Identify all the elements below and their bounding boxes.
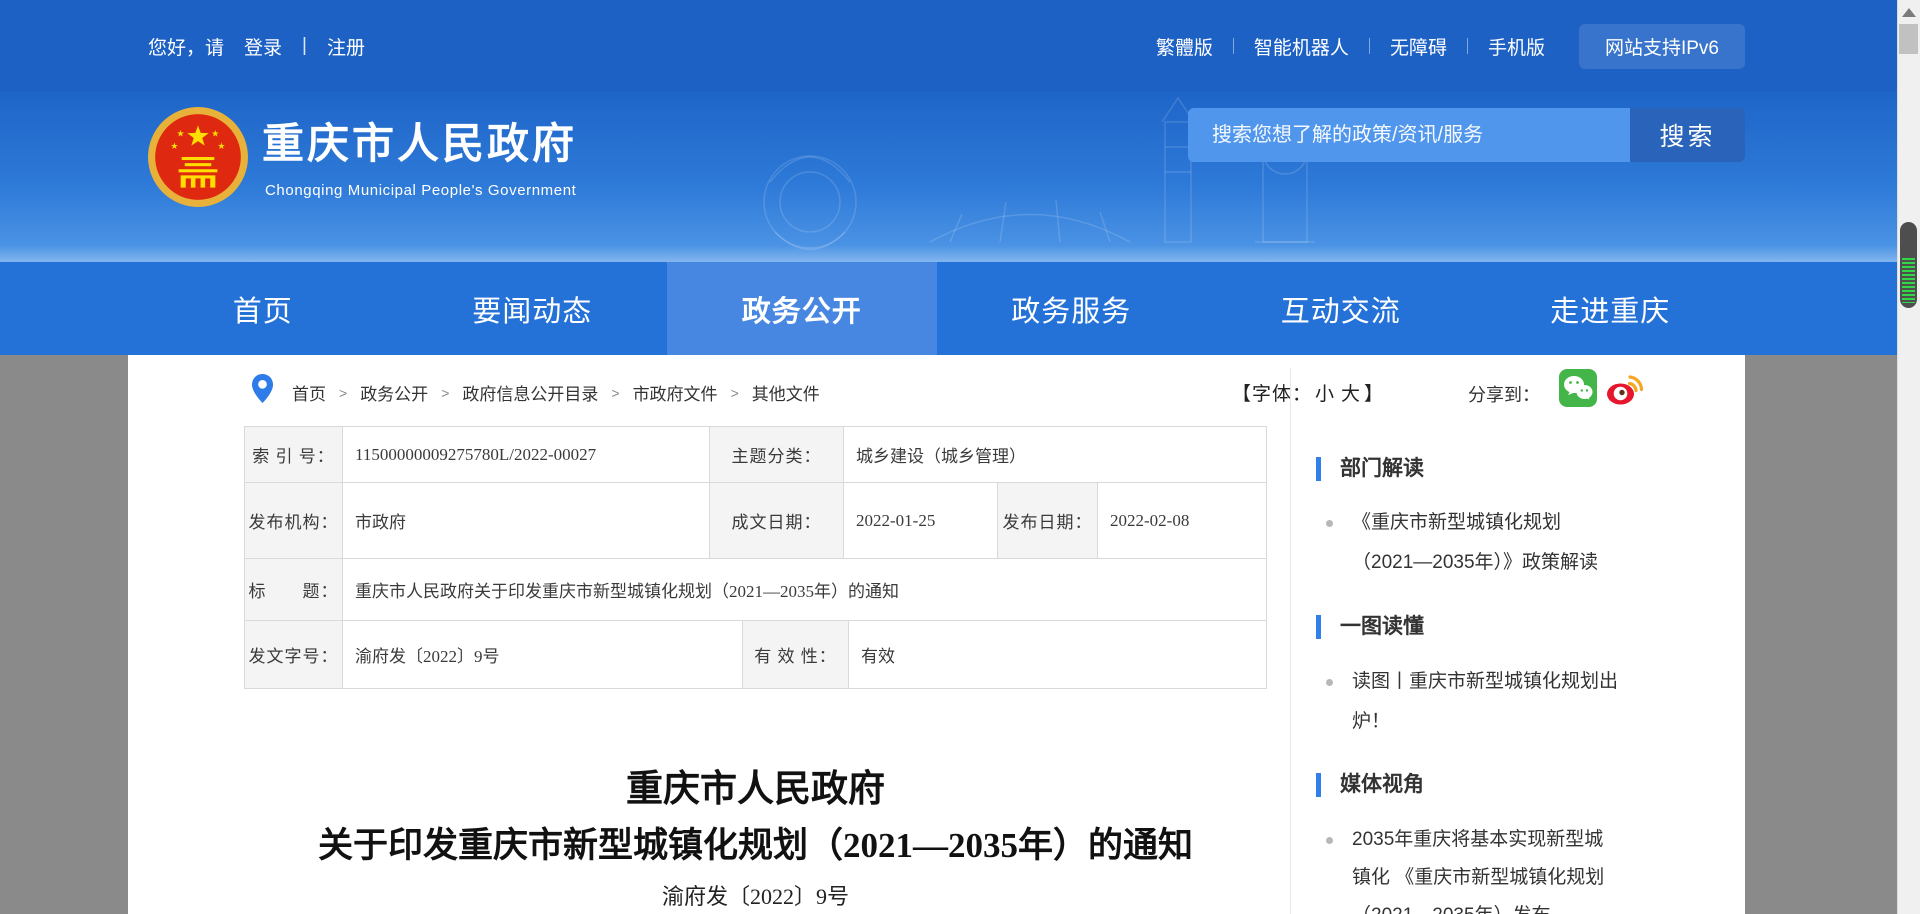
section-accent-bar: [1316, 615, 1321, 639]
divider: [1233, 38, 1234, 54]
smart-robot-link[interactable]: 智能机器人: [1254, 33, 1349, 60]
nav-item-gov-services[interactable]: 政务服务: [937, 262, 1207, 355]
sidebar-heading-media-view[interactable]: 媒体视角: [1340, 773, 1424, 797]
divider: [1467, 38, 1468, 54]
doc-meta-table: 索 引 号： 11500000009275780L/2022-00027 主题分…: [244, 426, 1267, 689]
svg-text:★: ★: [211, 129, 219, 139]
meta-label-validity: 有 效 性：: [743, 621, 849, 688]
document-number: 渝府发〔2022〕9号: [244, 882, 1267, 912]
meta-value-index-no: 11500000009275780L/2022-00027: [343, 427, 710, 482]
breadcrumb-city-gov-docs[interactable]: 市政府文件: [633, 380, 718, 405]
meta-label-title: 标 题：: [245, 559, 343, 620]
meta-value-doc-number: 渝府发〔2022〕9号: [343, 621, 743, 688]
meta-label-topic: 主题分类：: [710, 427, 844, 482]
meta-label-issuer: 发布机构：: [245, 483, 343, 558]
main-nav: 首页 要闻动态 政务公开 政务服务 互动交流 走进重庆: [0, 262, 1897, 355]
nav-item-about-chongqing[interactable]: 走进重庆: [1476, 262, 1746, 355]
meta-value-publish-date: 2022-02-08: [1098, 483, 1266, 558]
font-size-label-close: 】: [1364, 384, 1384, 405]
breadcrumb-other-docs[interactable]: 其他文件: [752, 380, 820, 405]
breadcrumb-separator: >: [339, 385, 347, 401]
mobile-version-link[interactable]: 手机版: [1488, 33, 1545, 60]
sidebar-link-policy-interpretation[interactable]: （2021—2035年）》政策解读: [1352, 543, 1598, 583]
meta-value-topic: 城乡建设（城乡管理）: [844, 427, 1266, 482]
scrollbar-track[interactable]: [1897, 0, 1920, 914]
breadcrumb-separator: >: [731, 385, 739, 401]
document-title: 关于印发重庆市新型城镇化规划（2021—2035年）的通知: [244, 822, 1267, 870]
meta-value-validity: 有效: [849, 621, 1266, 688]
font-larger-button[interactable]: 大: [1341, 384, 1361, 405]
bullet-dot: [1326, 837, 1333, 844]
share-label: 分享到：: [1468, 381, 1540, 407]
section-accent-bar: [1316, 773, 1321, 797]
nav-item-news[interactable]: 要闻动态: [398, 262, 668, 355]
breadcrumb-separator: >: [441, 385, 449, 401]
traditional-chinese-link[interactable]: 繁體版: [1156, 33, 1213, 60]
search-button[interactable]: 搜索: [1630, 108, 1745, 162]
sidebar-link-media-article[interactable]: 2035年重庆将基本实现新型城: [1352, 820, 1603, 860]
register-link[interactable]: 注册: [327, 33, 365, 60]
site-subtitle-en: Chongqing Municipal People's Government: [265, 182, 576, 199]
table-row: 标 题： 重庆市人民政府关于印发重庆市新型城镇化规划（2021—2035年）的通…: [245, 559, 1266, 621]
topbar-account-area: 您好，请 登录 | 注册: [148, 33, 365, 60]
section-accent-bar: [1316, 457, 1321, 481]
ipv6-badge[interactable]: 网站支持IPv6: [1579, 24, 1745, 69]
search-input[interactable]: [1188, 108, 1630, 162]
meta-value-issuer: 市政府: [343, 483, 710, 558]
national-emblem-logo[interactable]: ★ ★ ★ ★: [147, 106, 249, 208]
bullet-dot: [1326, 520, 1333, 527]
greeting-text: 您好，请: [148, 33, 224, 60]
site-search: 搜索: [1188, 108, 1745, 162]
sidebar-link-media-article[interactable]: （2021—2035年）发布: [1352, 896, 1551, 914]
weibo-share-icon[interactable]: [1604, 368, 1644, 408]
document-org-line: 重庆市人民政府: [244, 768, 1267, 812]
nav-item-gov-disclosure[interactable]: 政务公开: [667, 262, 937, 355]
breadcrumb-separator: >: [611, 385, 619, 401]
nav-item-home[interactable]: 首页: [128, 262, 398, 355]
sidebar-heading-dept-interpretation[interactable]: 部门解读: [1340, 457, 1424, 481]
sidebar-divider: [1290, 368, 1291, 914]
site-title[interactable]: 重庆市人民政府: [262, 120, 577, 168]
svg-text:★: ★: [177, 129, 185, 139]
scrollbar-thumb[interactable]: [1899, 24, 1918, 54]
breadcrumb: 首页 > 政务公开 > 政府信息公开目录 > 市政府文件 > 其他文件: [292, 380, 820, 405]
bullet-dot: [1326, 679, 1333, 686]
topbar: 您好，请 登录 | 注册 繁體版 智能机器人 无障碍 手机版 网站支持IPv6: [0, 0, 1897, 92]
sidebar-link-infographic[interactable]: 炉！: [1352, 702, 1390, 742]
breadcrumb-info-catalog[interactable]: 政府信息公开目录: [462, 380, 598, 405]
wechat-share-icon[interactable]: [1558, 368, 1598, 408]
sidebar-link-media-article[interactable]: 镇化 《重庆市新型城镇化规划: [1352, 858, 1604, 898]
divider: [1369, 38, 1370, 54]
meta-value-written-date: 2022-01-25: [844, 483, 998, 558]
meta-label-doc-number: 发文字号：: [245, 621, 343, 688]
sidebar-heading-infographic[interactable]: 一图读懂: [1340, 615, 1424, 639]
accessibility-link[interactable]: 无障碍: [1390, 33, 1447, 60]
meta-label-index-no: 索 引 号：: [245, 427, 343, 482]
table-row: 发布机构： 市政府 成文日期： 2022-01-25 发布日期： 2022-02…: [245, 483, 1266, 559]
breadcrumb-gov-disclosure[interactable]: 政务公开: [360, 380, 428, 405]
meta-label-written-date: 成文日期：: [710, 483, 844, 558]
meta-value-title: 重庆市人民政府关于印发重庆市新型城镇化规划（2021—2035年）的通知: [343, 559, 1266, 620]
sidebar-link-infographic[interactable]: 读图丨重庆市新型城镇化规划出: [1352, 662, 1618, 702]
scroll-indicator-stripes: [1902, 258, 1915, 303]
breadcrumb-home[interactable]: 首页: [292, 380, 326, 405]
topbar-links: 繁體版 智能机器人 无障碍 手机版 网站支持IPv6: [1136, 24, 1745, 69]
main-nav-items: 首页 要闻动态 政务公开 政务服务 互动交流 走进重庆: [128, 262, 1745, 355]
font-smaller-button[interactable]: 小: [1315, 384, 1335, 405]
font-size-label: 【字体：: [1232, 384, 1312, 405]
scroll-indicator-capsule[interactable]: [1900, 222, 1917, 308]
login-register-divider: |: [302, 35, 307, 57]
location-pin-icon: [250, 373, 275, 404]
table-row: 发文字号： 渝府发〔2022〕9号 有 效 性： 有效: [245, 621, 1266, 688]
svg-text:★: ★: [217, 141, 225, 151]
table-row: 索 引 号： 11500000009275780L/2022-00027 主题分…: [245, 427, 1266, 483]
sidebar-link-policy-interpretation[interactable]: 《重庆市新型城镇化规划: [1352, 503, 1561, 543]
nav-item-interaction[interactable]: 互动交流: [1206, 262, 1476, 355]
scrollbar-up-button[interactable]: [1902, 8, 1916, 17]
browser-viewport: 您好，请 登录 | 注册 繁體版 智能机器人 无障碍 手机版 网站支持IPv6: [0, 0, 1920, 914]
login-link[interactable]: 登录: [244, 33, 282, 60]
font-size-widget: 【字体：小大】: [1232, 379, 1384, 406]
meta-label-publish-date: 发布日期：: [998, 483, 1098, 558]
svg-text:★: ★: [170, 141, 178, 151]
